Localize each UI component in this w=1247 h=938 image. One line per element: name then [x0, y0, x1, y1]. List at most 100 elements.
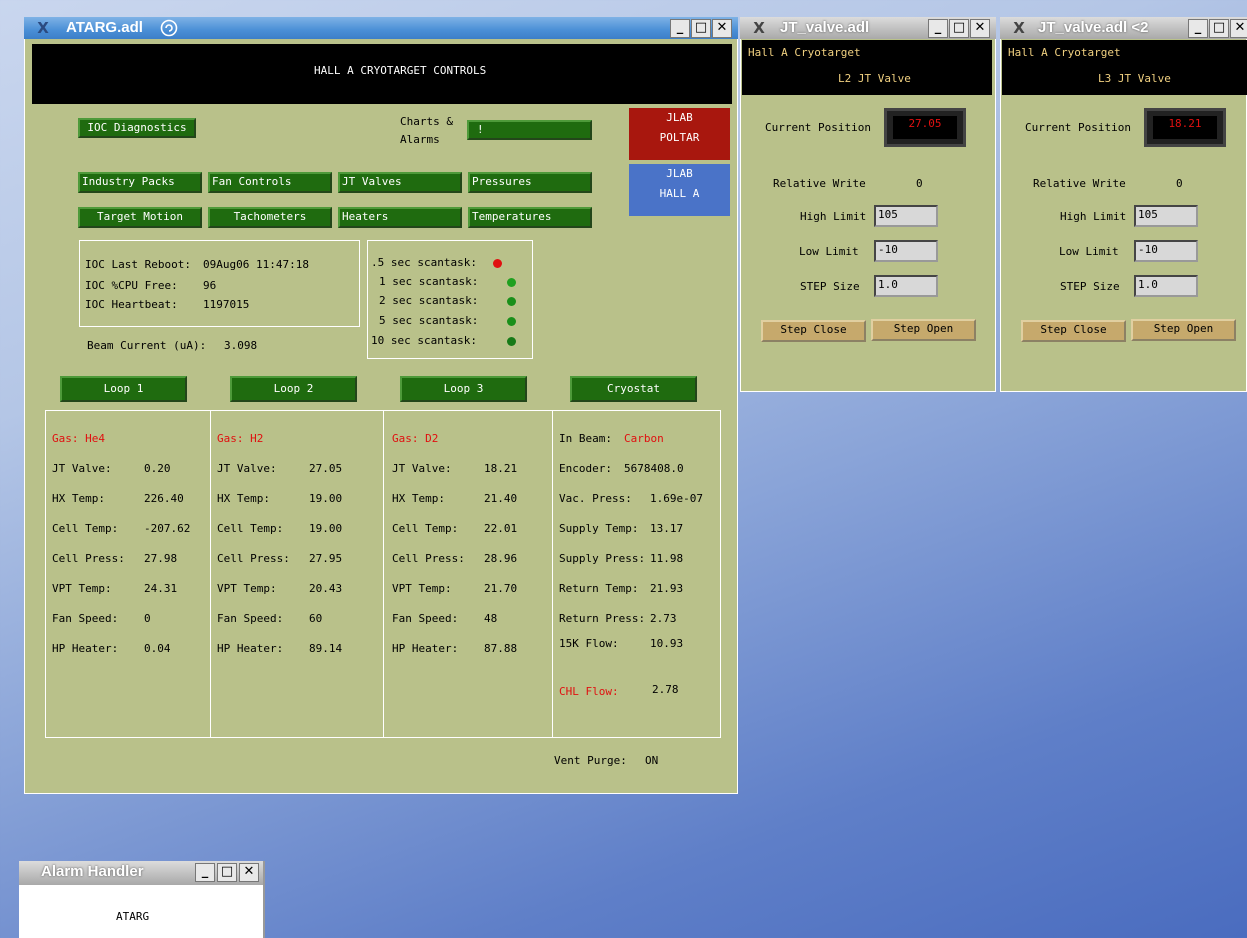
cryostat-row-value: 2.73 [650, 612, 677, 625]
loop1-row-label: Fan Speed: [52, 612, 119, 625]
close-button[interactable]: ✕ [712, 19, 732, 38]
step-close-button[interactable]: Step Close [761, 320, 866, 342]
loop1-row-value: 226.40 [144, 492, 184, 505]
step-close-button[interactable]: Step Close [1021, 320, 1126, 342]
chl-flow-label: CHL Flow: [559, 685, 619, 698]
loop2-row-value: 20.43 [309, 582, 343, 595]
charts-alarms-label-2: Alarms [400, 133, 440, 146]
high-limit-input[interactable]: 105 [1134, 205, 1198, 227]
loop2-row-label: VPT Temp: [217, 582, 277, 595]
current-position-label: Current Position [765, 121, 871, 134]
close-button[interactable]: ✕ [1230, 19, 1247, 38]
scantask-status-indicator [507, 297, 516, 306]
scantask-label: 10 sec scantask: [371, 334, 477, 347]
high-limit-input[interactable]: 105 [874, 205, 938, 227]
scantask-status-indicator [493, 259, 502, 268]
loop1-row-value: 0.04 [144, 642, 171, 655]
loop3-row-label: VPT Temp: [392, 582, 452, 595]
cryostat-row-value: 10.93 [650, 637, 684, 650]
industry-packs-button[interactable]: Industry Packs [78, 172, 202, 193]
cryostat-row-label: Encoder: [559, 462, 612, 475]
loop2-row-label: Cell Press: [217, 552, 290, 565]
minimize-button[interactable]: _ [928, 19, 948, 38]
current-position-display: 18.21 [1144, 108, 1226, 147]
loop-1-button[interactable]: Loop 1 [60, 376, 187, 402]
step-size-label: STEP Size [800, 280, 860, 293]
maximize-button[interactable]: □ [1209, 19, 1229, 38]
cryostat-row-value: 5678408.0 [624, 462, 684, 475]
ioc-diagnostics-button[interactable]: IOC Diagnostics [78, 118, 196, 138]
cryostat-button[interactable]: Cryostat [570, 376, 697, 402]
minimize-button[interactable]: _ [670, 19, 690, 38]
pressures-button[interactable]: Pressures [468, 172, 592, 193]
relative-write-label: Relative Write [1033, 177, 1126, 190]
loop3-row-value: 22.01 [484, 522, 518, 535]
ioc-last-reboot-value: 09Aug06 11:47:18 [203, 258, 309, 271]
scantask-label: 1 sec scantask: [379, 275, 479, 288]
step-size-input[interactable]: 1.0 [1134, 275, 1198, 297]
loop3-row-value: 87.88 [484, 642, 518, 655]
close-button[interactable]: ✕ [239, 863, 259, 882]
beam-current-label: Beam Current (uA): [87, 339, 207, 352]
ioc-heartbeat-value: 1197015 [203, 298, 250, 311]
minimize-button[interactable]: _ [195, 863, 215, 882]
maximize-button[interactable]: □ [949, 19, 969, 38]
loop2-row-value: 27.05 [309, 462, 343, 475]
low-limit-label: Low Limit [1059, 245, 1119, 258]
atarg-titlebar[interactable]: X ATARG.adl _ □ ✕ [24, 17, 738, 39]
alarm-handler-window: Alarm Handler _ □ ✕ ATARG [19, 861, 265, 938]
jt-valves-button[interactable]: JT Valves [338, 172, 462, 193]
jlab-halla-button[interactable]: JLAB HALL A [629, 164, 730, 216]
tachometers-button[interactable]: Tachometers [208, 207, 332, 228]
cryostat-in-beam-value: Carbon [624, 432, 664, 445]
loop-2-button[interactable]: Loop 2 [230, 376, 357, 402]
jlab-poltar-button[interactable]: JLAB POLTAR [629, 108, 730, 160]
loop1-row-label: HP Heater: [52, 642, 119, 655]
cryostat-row-value: 11.98 [650, 552, 684, 565]
fan-controls-button[interactable]: Fan Controls [208, 172, 332, 193]
cryostat-row-value: 1.69e-07 [650, 492, 703, 505]
loop3-row-value: 21.40 [484, 492, 518, 505]
jt-l2-titlebar[interactable]: X JT_valve.adl _ □ ✕ [740, 17, 996, 39]
loop1-gas: Gas: He4 [52, 432, 105, 445]
maximize-button[interactable]: □ [691, 19, 711, 38]
loop1-row-label: VPT Temp: [52, 582, 112, 595]
cryostat-row-value: 21.93 [650, 582, 684, 595]
jlab-halla-label-2: HALL A [659, 187, 700, 200]
maximize-button[interactable]: □ [217, 863, 237, 882]
charts-alarms-button[interactable]: ! [467, 120, 592, 140]
loop-3-button[interactable]: Loop 3 [400, 376, 527, 402]
jt-l2-header: Hall A Cryotarget [748, 46, 861, 59]
loop3-row-label: Cell Press: [392, 552, 465, 565]
scantask-status-indicator [507, 337, 516, 346]
temperatures-button[interactable]: Temperatures [468, 207, 592, 228]
loop2-row-value: 60 [309, 612, 323, 625]
alarm-group-label[interactable]: ATARG [116, 910, 149, 923]
step-open-button[interactable]: Step Open [871, 319, 976, 341]
window-title: JT_valve.adl <2 [1038, 19, 1149, 36]
step-size-input[interactable]: 1.0 [874, 275, 938, 297]
loop1-row-value: 0 [144, 612, 151, 625]
loop3-row-label: Fan Speed: [392, 612, 459, 625]
current-position-label: Current Position [1025, 121, 1131, 134]
loop3-row-label: Cell Temp: [392, 522, 459, 535]
jt-l3-banner: Hall A Cryotarget L3 JT Valve [1002, 40, 1247, 95]
cryostat-row-label: Supply Press: [559, 552, 646, 565]
heaters-button[interactable]: Heaters [338, 207, 462, 228]
current-position-display: 27.05 [884, 108, 966, 147]
loop3-row-value: 28.96 [484, 552, 518, 565]
minimize-button[interactable]: _ [1188, 19, 1208, 38]
low-limit-input[interactable]: -10 [874, 240, 938, 262]
target-motion-button[interactable]: Target Motion [78, 207, 202, 228]
current-position-value: 27.05 [893, 116, 957, 139]
alarm-titlebar[interactable]: Alarm Handler _ □ ✕ [19, 861, 263, 885]
jt-l3-titlebar[interactable]: X JT_valve.adl <2 _ □ ✕ [1000, 17, 1247, 39]
charts-alarms-label-1: Charts & [400, 115, 453, 128]
step-open-button[interactable]: Step Open [1131, 319, 1236, 341]
close-button[interactable]: ✕ [970, 19, 990, 38]
loop3-row-value: 18.21 [484, 462, 518, 475]
ioc-last-reboot-label: IOC Last Reboot: [85, 258, 191, 271]
loop1-row-label: Cell Temp: [52, 522, 119, 535]
relative-write-label: Relative Write [773, 177, 866, 190]
low-limit-input[interactable]: -10 [1134, 240, 1198, 262]
